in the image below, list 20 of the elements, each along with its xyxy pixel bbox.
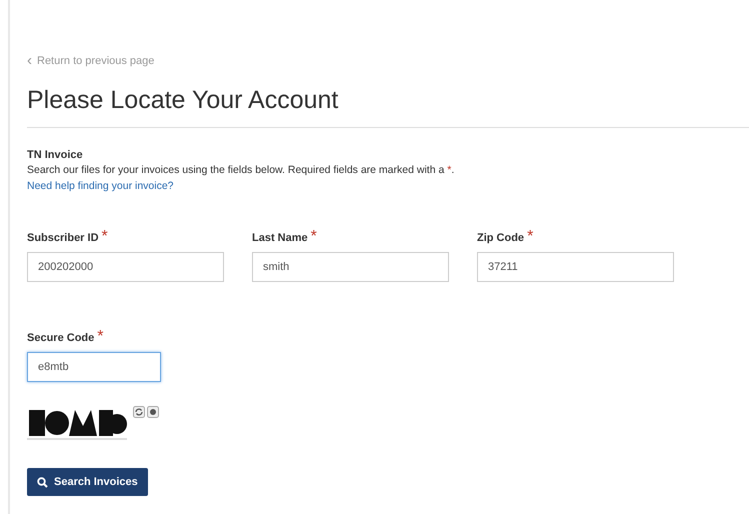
audio-icon[interactable]	[147, 406, 159, 418]
required-mark: *	[97, 328, 104, 345]
input-field[interactable]: e8mtb	[27, 352, 161, 382]
input-field[interactable]: smith	[252, 252, 449, 282]
required-mark: *	[102, 228, 108, 245]
field-label: Last Name	[252, 232, 308, 244]
refresh-icon[interactable]	[133, 406, 145, 418]
help-link[interactable]: Need help finding your invoice?	[27, 180, 174, 192]
page-title: Please Locate Your Account	[27, 86, 749, 128]
input-field[interactable]: 37211	[477, 252, 674, 282]
required-mark: *	[527, 228, 534, 245]
search-invoices-button[interactable]: Search Invoices	[27, 468, 148, 496]
field-label: Zip Code	[477, 232, 524, 244]
input-field[interactable]: 200202000	[27, 252, 224, 282]
form-intro: Search our files for your invoices using the fields below. Required fields are marked with a *.	[27, 164, 456, 176]
form-heading: TN Invoice	[27, 149, 84, 161]
field-label: Secure Code	[27, 332, 94, 344]
required-mark: *	[310, 228, 317, 245]
search-icon	[37, 476, 48, 488]
field-label: Subscriber ID	[27, 232, 99, 244]
